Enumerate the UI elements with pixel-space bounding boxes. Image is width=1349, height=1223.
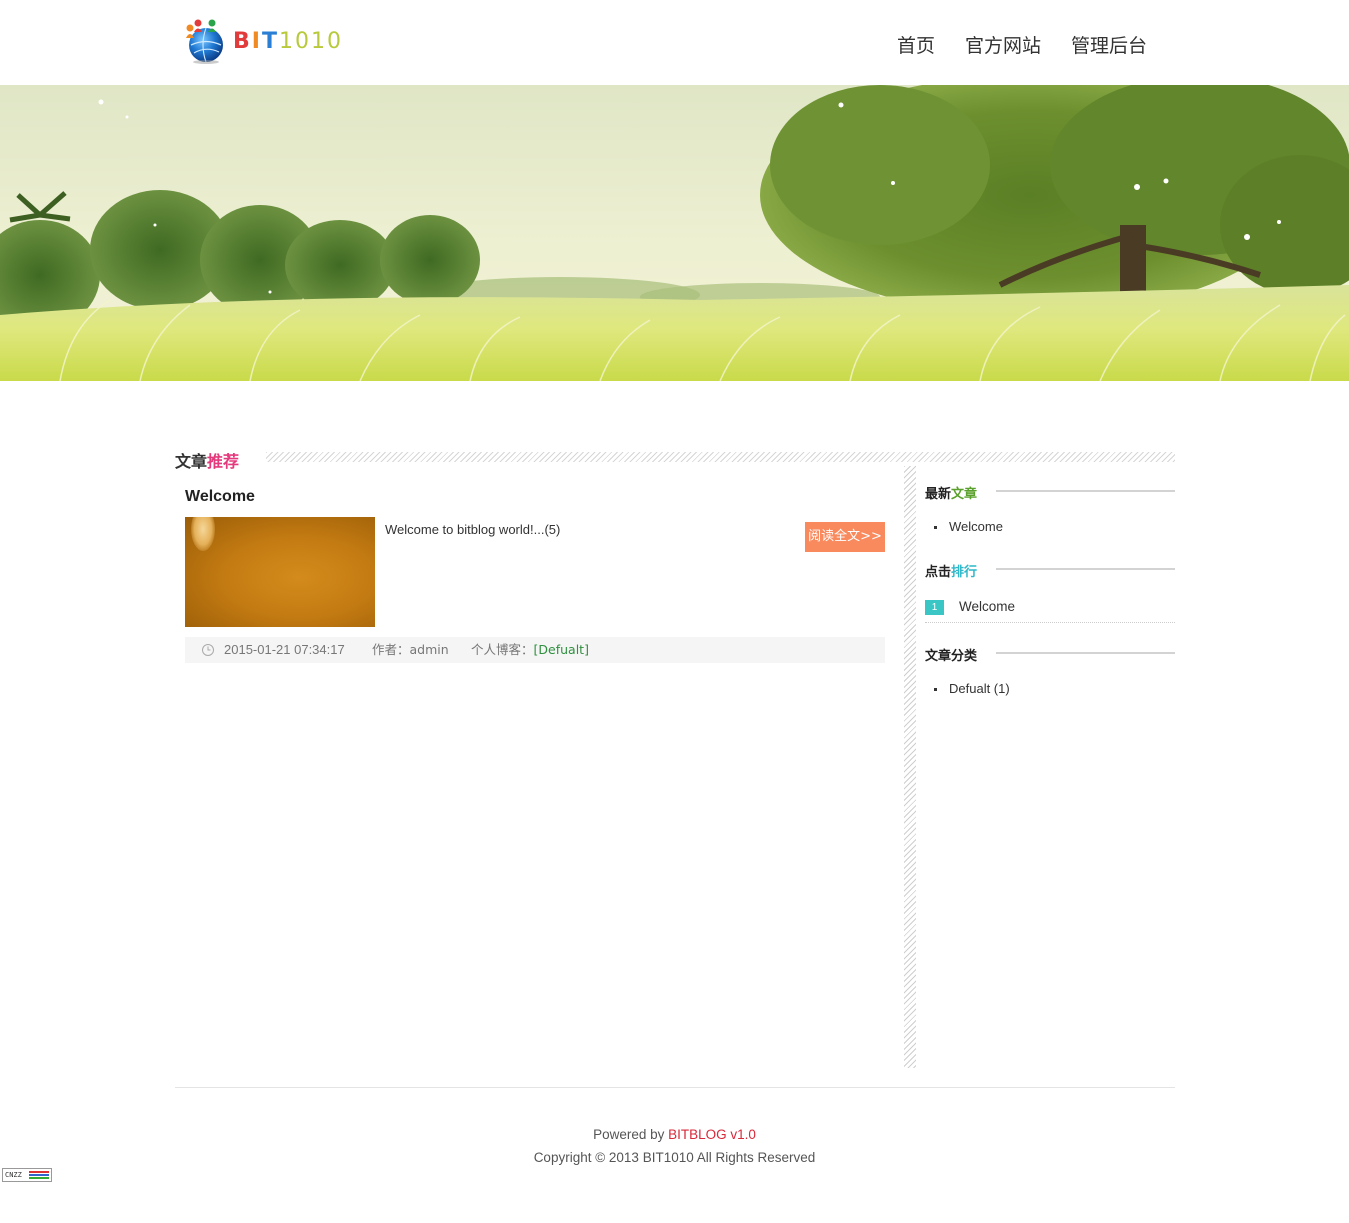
article-blog: 个人博客：[Defualt] [471, 637, 589, 663]
cnzz-label: CNZZ [5, 1171, 22, 1179]
bullet-dot-icon [934, 526, 937, 530]
logo-letter-t: T [261, 29, 279, 54]
sidebar-ranking-title: 点击排行 [925, 561, 977, 580]
article-thumbnail[interactable] [185, 517, 375, 627]
section-title-main: 文章 [175, 452, 208, 471]
sidebar-latest-title-main: 最新 [925, 487, 952, 502]
logo-letter-i: I [251, 29, 262, 54]
footer-copyright: Copyright © 2013 BIT1010 All Rights Rese… [533, 1150, 816, 1165]
site-header: BIT1010 首页 官方网站 管理后台 [0, 0, 1349, 85]
footer-bitblog-link[interactable]: BITBLOG v1.0 [668, 1127, 756, 1142]
cnzz-bar-blue [29, 1174, 49, 1176]
sidebar-category-item[interactable]: Defualt (1) [934, 681, 1010, 696]
sidebar-latest-title: 最新文章 [925, 483, 977, 502]
hero-banner [0, 85, 1349, 381]
footer-powered-by: Powered by BITBLOG v1.0 [0, 1127, 1349, 1142]
read-more-button[interactable]: 阅读全文>> [805, 522, 885, 552]
logo-letter-b: B [233, 29, 252, 54]
rank-badge: 1 [925, 600, 944, 615]
site-logo[interactable]: BIT1010 [180, 14, 341, 68]
content-sidebar-divider [904, 466, 916, 1068]
article-category-link[interactable]: [Defualt] [534, 642, 589, 657]
nav-admin[interactable]: 管理后台 [1071, 31, 1147, 58]
article-title[interactable]: Welcome [185, 488, 255, 506]
footer-divider [175, 1087, 1175, 1088]
sidebar-latest-item-label: Welcome [949, 519, 1003, 534]
sidebar-latest-title-highlight: 文章 [951, 487, 978, 502]
sidebar-ranking-rule [996, 568, 1175, 570]
clock-icon [202, 644, 214, 656]
thumbnail-highlight [191, 517, 215, 551]
footer-powered-prefix: Powered by [593, 1127, 669, 1142]
article-meta-bar: 2015-01-21 07:34:17 作者：admin 个人博客：[Defua… [185, 637, 885, 663]
cnzz-bar-green [29, 1177, 49, 1179]
section-title-stripe [266, 452, 1175, 462]
sidebar-latest-rule [996, 490, 1175, 492]
bullet-dot-icon [934, 688, 937, 692]
article-author: 作者：admin [372, 642, 449, 657]
sidebar-category-item-label: Defualt (1) [949, 681, 1010, 696]
cnzz-bar-red [29, 1171, 49, 1173]
rank-item-separator [925, 622, 1175, 623]
section-title-highlight: 推荐 [207, 452, 240, 471]
rank-item-title[interactable]: Welcome [959, 599, 1015, 614]
sidebar-ranking-title-main: 点击 [925, 565, 952, 580]
article-blog-label: 个人博客： [471, 642, 534, 657]
banner-landscape-image [0, 85, 1349, 381]
article-date: 2015-01-21 07:34:17 [224, 642, 345, 657]
nav-home[interactable]: 首页 [897, 31, 935, 58]
section-title: 文章推荐 [175, 448, 239, 472]
logo-number: 1010 [278, 29, 343, 54]
sidebar-categories-title: 文章分类 [925, 649, 978, 664]
main-nav: 首页 官方网站 管理后台 [897, 31, 1147, 58]
article-summary: Welcome to bitblog world!...(5) [385, 522, 561, 537]
sidebar-ranking-title-highlight: 排行 [951, 565, 978, 580]
cnzz-stats-badge[interactable]: CNZZ [2, 1168, 52, 1182]
nav-official-site[interactable]: 官方网站 [965, 31, 1041, 58]
sidebar-categories-rule [996, 652, 1175, 654]
sidebar-latest-item[interactable]: Welcome [934, 519, 1003, 534]
globe-logo-icon [186, 19, 223, 64]
logo-text: BIT1010 [233, 29, 343, 54]
